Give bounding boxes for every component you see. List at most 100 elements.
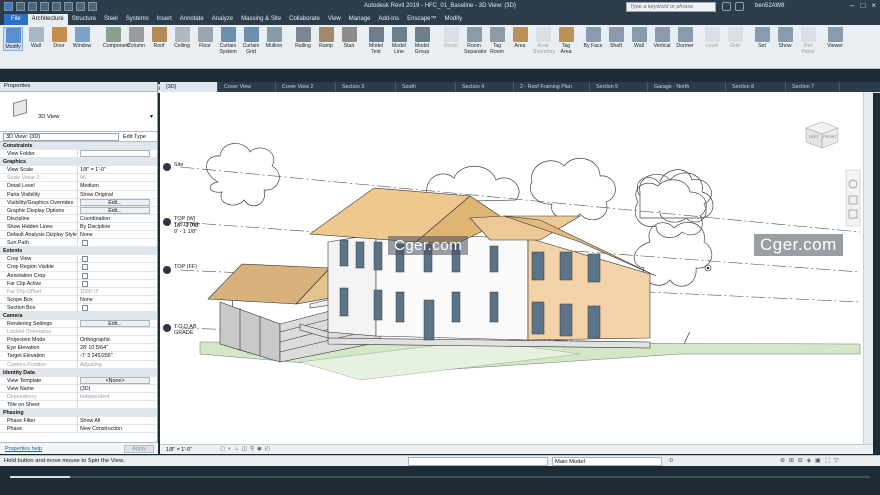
ribbon-component-button[interactable]: Component (103, 27, 130, 49)
ribbon-set-button[interactable]: Set (752, 27, 772, 49)
minimize-icon[interactable]: – (850, 1, 854, 10)
tab-structure[interactable]: Structure (68, 14, 100, 25)
ribbon-stair-button[interactable]: Stair (339, 27, 359, 49)
property-value[interactable]: Coordination (78, 215, 157, 222)
ribbon-show-button[interactable]: Show (775, 27, 795, 49)
ribbon-room-separator-button[interactable]: Room Separator (464, 27, 487, 55)
tab-collaborate[interactable]: Collaborate (285, 14, 324, 25)
view-tab-9[interactable]: Section 8 (726, 82, 786, 92)
ribbon-level-button[interactable]: Level (702, 27, 722, 49)
ribbon-room-button[interactable]: Room (441, 27, 461, 49)
tab-annotate[interactable]: Annotate (176, 14, 208, 25)
tab-file[interactable]: File (4, 14, 28, 25)
ribbon-ref-plane-button[interactable]: Ref Plane (798, 27, 818, 55)
view-tab-0[interactable]: {3D} (160, 82, 218, 92)
ribbon-roof-button[interactable]: Roof (149, 27, 169, 49)
property-edit-button[interactable]: Edit... (80, 206, 150, 214)
property-value[interactable]: New Construction (78, 425, 157, 432)
view-tab-6[interactable]: 2 - Roof Framing Plan (514, 82, 590, 92)
ribbon-column-button[interactable]: Column (126, 27, 146, 49)
tab-insert[interactable]: Insert (153, 14, 176, 25)
property-value[interactable] (78, 280, 157, 287)
property-value[interactable]: 1/8" = 1'-0" (78, 166, 157, 173)
property-value[interactable]: Orthographic (78, 336, 157, 343)
property-edit-button[interactable]: Edit... (80, 320, 150, 328)
property-value[interactable] (78, 255, 157, 263)
ribbon-wall-button[interactable]: Wall (629, 27, 649, 49)
tab-architecture[interactable]: Architecture (27, 14, 68, 25)
workset-selector[interactable] (408, 457, 548, 466)
property-value[interactable]: Show All (78, 417, 157, 424)
design-option-selector[interactable]: Main Model (552, 457, 662, 466)
ribbon-curtain-system-button[interactable]: Curtain System (218, 27, 238, 55)
instance-selector[interactable]: 3D View: {3D} (3, 132, 119, 141)
view-tab-4[interactable]: South (396, 82, 456, 92)
property-value[interactable] (78, 263, 157, 271)
ribbon-model-text-button[interactable]: Model Text (366, 27, 386, 55)
tab-add-ins[interactable]: Add-Ins (374, 14, 403, 25)
ribbon-wall-button[interactable]: Wall (26, 27, 46, 49)
search-input[interactable]: Type a keyword or phrase (626, 2, 716, 12)
property-checkbox[interactable] (82, 280, 88, 287)
tab-modify[interactable]: Modify (441, 14, 467, 25)
property-value[interactable]: By Discipline (78, 223, 157, 230)
property-checkbox[interactable] (82, 256, 88, 263)
ribbon-area-boundary-button[interactable]: Area Boundary (533, 27, 555, 55)
view-tab-10[interactable]: Section 7 (786, 82, 840, 92)
property-value[interactable] (78, 272, 157, 279)
tab-massing-site[interactable]: Massing & Site (237, 14, 285, 25)
ribbon-area-button[interactable]: Area (510, 27, 530, 49)
3d-view-canvas[interactable]: Site TOP (W) 18' - 2 7/8" T.O.D (W) 9' - 1 1… (160, 92, 863, 444)
view-tab-3[interactable]: Section 3 (336, 82, 396, 92)
tab-view[interactable]: View (324, 14, 345, 25)
property-value[interactable] (78, 150, 157, 158)
ribbon-ceiling-button[interactable]: Ceiling (172, 27, 192, 49)
property-value[interactable]: <None> (78, 376, 157, 384)
chevron-down-icon[interactable]: ▾ (150, 113, 153, 120)
tab-enscape-[interactable]: Enscape™ (403, 14, 440, 25)
ribbon-dormer-button[interactable]: Dormer (675, 27, 695, 49)
ribbon-railing-button[interactable]: Railing (293, 27, 313, 49)
property-value[interactable]: None (78, 231, 157, 238)
property-edit-button[interactable]: Edit... (80, 198, 150, 206)
ribbon-curtain-grid-button[interactable]: Curtain Grid (241, 27, 261, 55)
ribbon-tag-room-button[interactable]: Tag Room (487, 27, 507, 55)
property-checkbox[interactable] (82, 240, 88, 247)
ribbon-by-face-button[interactable]: By Face (583, 27, 603, 49)
ribbon-model-line-button[interactable]: Model Line (389, 27, 409, 55)
property-value[interactable]: 28' 10 5/64" (78, 344, 157, 351)
property-checkbox[interactable] (82, 272, 88, 279)
ribbon-model-group-button[interactable]: Model Group (412, 27, 432, 55)
vertical-scrollbar[interactable] (863, 92, 873, 444)
property-value[interactable]: Edit... (78, 198, 157, 206)
view-tab-7[interactable]: Section 5 (590, 82, 648, 92)
binoculars-icon[interactable] (722, 2, 731, 11)
view-tab-5[interactable]: Section 4 (456, 82, 514, 92)
property-value[interactable]: Show Original (78, 191, 157, 198)
property-edit-button[interactable]: <None> (80, 376, 150, 384)
ribbon-mullion-button[interactable]: Mullion (264, 27, 284, 49)
view-control-icons[interactable]: ▢◐☼◫⚲◉◰ (220, 446, 273, 452)
view-scale[interactable]: 1/8" = 1'-0" (166, 447, 192, 453)
ribbon-modify-button[interactable]: Modify (3, 27, 23, 51)
ribbon-tag-area-button[interactable]: Tag Area (556, 27, 576, 55)
ribbon-viewer-button[interactable]: Viewer (825, 27, 845, 49)
view-tab-1[interactable]: Cover View (218, 82, 276, 92)
ribbon-floor-button[interactable]: Floor (195, 27, 215, 49)
property-value[interactable]: None (78, 296, 157, 303)
user-icon[interactable] (735, 2, 744, 11)
tab-analyze[interactable]: Analyze (208, 14, 237, 25)
view-tab-8[interactable]: Garage - North (648, 82, 726, 92)
property-value[interactable] (78, 239, 157, 247)
edit-type-button[interactable]: Edit Type (123, 134, 146, 140)
property-checkbox[interactable] (82, 264, 88, 271)
property-value[interactable]: {3D} (78, 385, 157, 392)
maximize-icon[interactable]: □ (860, 1, 865, 10)
ribbon-vertical-button[interactable]: Vertical (652, 27, 672, 49)
property-value[interactable]: -7' 3 245/256" (78, 352, 157, 359)
type-selector[interactable]: 3D View ▾ (0, 92, 157, 132)
navigation-bar[interactable] (845, 169, 861, 227)
ribbon-window-button[interactable]: Window (72, 27, 92, 49)
property-value[interactable]: Medium (78, 182, 157, 189)
ribbon-shaft-button[interactable]: Shaft (606, 27, 626, 49)
